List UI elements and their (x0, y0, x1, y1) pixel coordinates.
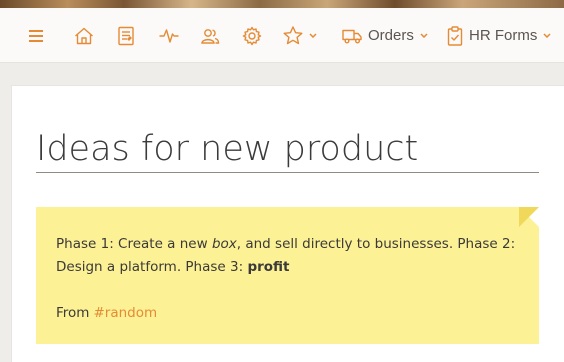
note-source: From #random (56, 302, 157, 325)
sticky-note: Phase 1: Create a new box, and sell dire… (36, 207, 539, 344)
header-background-strip (0, 0, 564, 8)
channel-tag-link[interactable]: #random (93, 305, 157, 321)
note-folded-corner (519, 207, 539, 227)
hamburger-menu-icon (29, 29, 43, 42)
from-label: From (56, 305, 90, 321)
orders-dropdown[interactable]: Orders (342, 8, 432, 63)
page-title-input[interactable]: Ideas for new product (36, 126, 539, 173)
star-icon (283, 26, 303, 45)
hr-forms-dropdown[interactable]: HR Forms (447, 8, 564, 63)
people-icon (200, 28, 220, 44)
notes-document-icon (117, 26, 135, 46)
settings-button[interactable] (240, 8, 264, 63)
truck-icon (342, 28, 362, 44)
gear-icon (242, 26, 262, 46)
chevron-down-icon (420, 33, 428, 38)
clipboard-icon (447, 25, 463, 46)
people-button[interactable] (198, 8, 222, 63)
home-icon (74, 27, 94, 45)
activity-button[interactable] (156, 8, 182, 63)
favorites-dropdown[interactable] (283, 8, 325, 63)
orders-label: Orders (368, 27, 414, 44)
note-body[interactable]: Phase 1: Create a new box, and sell dire… (56, 233, 521, 279)
note-text-italic: box (211, 236, 237, 252)
chevron-down-icon (309, 33, 317, 38)
hr-forms-label: HR Forms (469, 27, 538, 44)
chevron-down-icon (543, 33, 551, 38)
activity-pulse-icon (159, 28, 179, 44)
home-button[interactable] (72, 8, 96, 63)
content-panel: Ideas for new product Phase 1: Create a … (12, 86, 564, 362)
note-text-part1: Phase 1: Create a new (56, 236, 212, 252)
notes-button[interactable] (114, 8, 138, 63)
top-toolbar: Orders HR Forms (0, 8, 564, 63)
note-text-bold: profit (247, 259, 290, 275)
main-menu-button[interactable] (24, 8, 48, 63)
